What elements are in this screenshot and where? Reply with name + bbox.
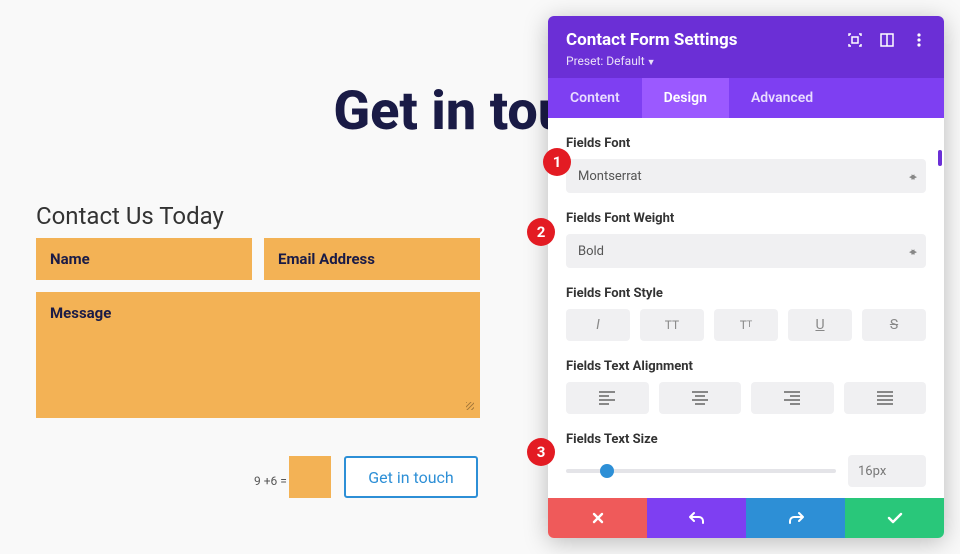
preset-label: Preset: Default	[566, 54, 645, 68]
caret-down-icon: ▼	[647, 58, 656, 68]
fields-style-label: Fields Font Style	[566, 286, 926, 301]
italic-button[interactable]: I	[566, 309, 630, 341]
textarea-resize-handle[interactable]	[464, 400, 476, 412]
close-icon	[591, 511, 605, 525]
tab-advanced[interactable]: Advanced	[729, 78, 835, 118]
preset-dropdown[interactable]: Preset: Default▼	[566, 54, 926, 68]
email-field[interactable]: Email Address	[264, 238, 480, 280]
fields-align-label: Fields Text Alignment	[566, 359, 926, 374]
expand-icon[interactable]	[848, 33, 862, 47]
scrollbar-thumb[interactable]	[938, 150, 942, 166]
panel-footer	[548, 498, 944, 538]
tabs: Content Design Advanced	[548, 78, 944, 118]
undo-button[interactable]	[647, 498, 746, 538]
kebab-menu-icon[interactable]	[912, 33, 926, 47]
undo-icon	[689, 511, 705, 525]
submit-label: Get in touch	[368, 468, 454, 487]
tab-content[interactable]: Content	[548, 78, 642, 118]
underline-button[interactable]: U	[788, 309, 852, 341]
align-right-button[interactable]	[751, 382, 834, 414]
fields-font-label: Fields Font	[566, 136, 926, 151]
redo-icon	[788, 511, 804, 525]
confirm-button[interactable]	[845, 498, 944, 538]
panel-body: Fields Font Montserrat ◂▸ Fields Font We…	[548, 118, 944, 498]
text-size-slider[interactable]	[566, 469, 836, 473]
select-chevron-icon: ◂▸	[909, 170, 914, 183]
contact-heading: Contact Us Today	[36, 202, 224, 230]
message-placeholder: Message	[50, 304, 111, 322]
settings-panel: Contact Form Settings Preset: Default▼ C…	[548, 16, 944, 538]
cancel-button[interactable]	[548, 498, 647, 538]
fields-font-value: Montserrat	[578, 169, 642, 184]
uppercase-button[interactable]: TT	[640, 309, 704, 341]
fields-font-select[interactable]: Montserrat ◂▸	[566, 159, 926, 193]
align-left-button[interactable]	[566, 382, 649, 414]
fields-size-label: Fields Text Size	[566, 432, 926, 447]
redo-button[interactable]	[746, 498, 845, 538]
align-justify-button[interactable]	[844, 382, 927, 414]
strikethrough-button[interactable]: S	[862, 309, 926, 341]
fields-weight-value: Bold	[578, 244, 604, 259]
annotation-badge-3: 3	[527, 438, 555, 466]
fields-weight-select[interactable]: Bold ◂▸	[566, 234, 926, 268]
align-center-button[interactable]	[659, 382, 742, 414]
message-field[interactable]: Message	[36, 292, 480, 418]
submit-button[interactable]: Get in touch	[344, 456, 478, 498]
captcha-question: 9 +6 =	[254, 474, 287, 488]
annotation-badge-2: 2	[527, 218, 555, 246]
name-field[interactable]: Name	[36, 238, 252, 280]
check-icon	[887, 512, 903, 524]
panel-title: Contact Form Settings	[566, 30, 738, 50]
annotation-badge-1: 1	[543, 148, 571, 176]
tab-design[interactable]: Design	[642, 78, 729, 118]
text-size-value[interactable]: 16px	[848, 455, 926, 487]
snap-icon[interactable]	[880, 33, 894, 47]
email-placeholder: Email Address	[278, 250, 375, 268]
captcha-input[interactable]	[289, 456, 331, 498]
name-placeholder: Name	[50, 250, 90, 268]
select-chevron-icon: ◂▸	[909, 245, 914, 258]
panel-header: Contact Form Settings Preset: Default▼	[548, 16, 944, 78]
smallcaps-button[interactable]: TT	[714, 309, 778, 341]
fields-weight-label: Fields Font Weight	[566, 211, 926, 226]
